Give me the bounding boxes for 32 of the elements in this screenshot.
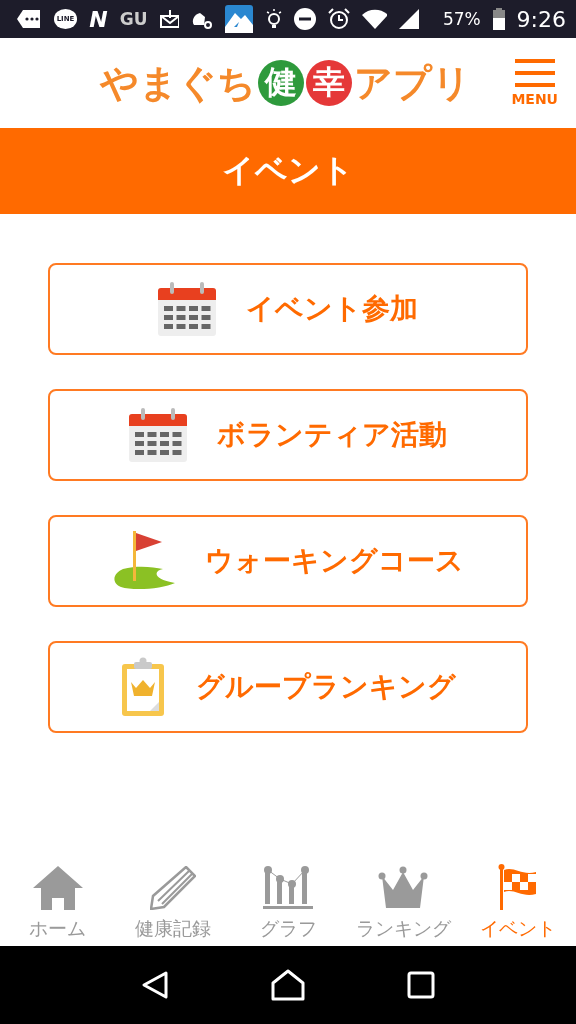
pencil-icon <box>149 866 196 910</box>
calendar-icon <box>158 282 216 336</box>
clock: 9:26 <box>516 6 566 32</box>
menu-option-button[interactable]: イベント参加 <box>48 263 528 355</box>
do-not-disturb-icon <box>294 8 316 30</box>
bulb-icon <box>264 8 283 30</box>
clipboard-crown-icon <box>120 656 166 718</box>
calendar-icon <box>129 408 187 462</box>
mail-icon <box>159 10 180 28</box>
battery-icon <box>492 8 505 30</box>
app-logo: やまぐち 健 幸 アプリ <box>100 59 472 108</box>
alarm-icon <box>327 8 350 30</box>
wifi-icon <box>361 9 388 29</box>
menu-option-button[interactable]: ウォーキングコース <box>48 515 528 607</box>
back-button[interactable] <box>141 970 169 1000</box>
status-text: N <box>89 6 108 32</box>
menu-option-button[interactable]: ボランティア活動 <box>48 389 528 481</box>
status-text: GU <box>119 9 148 29</box>
more-icon <box>16 9 42 29</box>
chart-icon <box>263 866 313 910</box>
home-icon <box>32 866 83 910</box>
recents-button[interactable] <box>407 971 435 999</box>
home-button[interactable] <box>271 969 305 1001</box>
menu-option-button[interactable]: グループランキング <box>48 641 528 733</box>
golf-flag-icon <box>112 531 175 591</box>
signal-icon <box>399 9 419 29</box>
app-icon <box>224 5 253 33</box>
page-title: イベント <box>222 150 354 191</box>
checkered-flag-icon <box>498 864 539 910</box>
crown-icon <box>378 866 429 910</box>
menu-button[interactable]: MENU <box>511 59 558 107</box>
battery-percentage: 57% <box>443 9 481 29</box>
